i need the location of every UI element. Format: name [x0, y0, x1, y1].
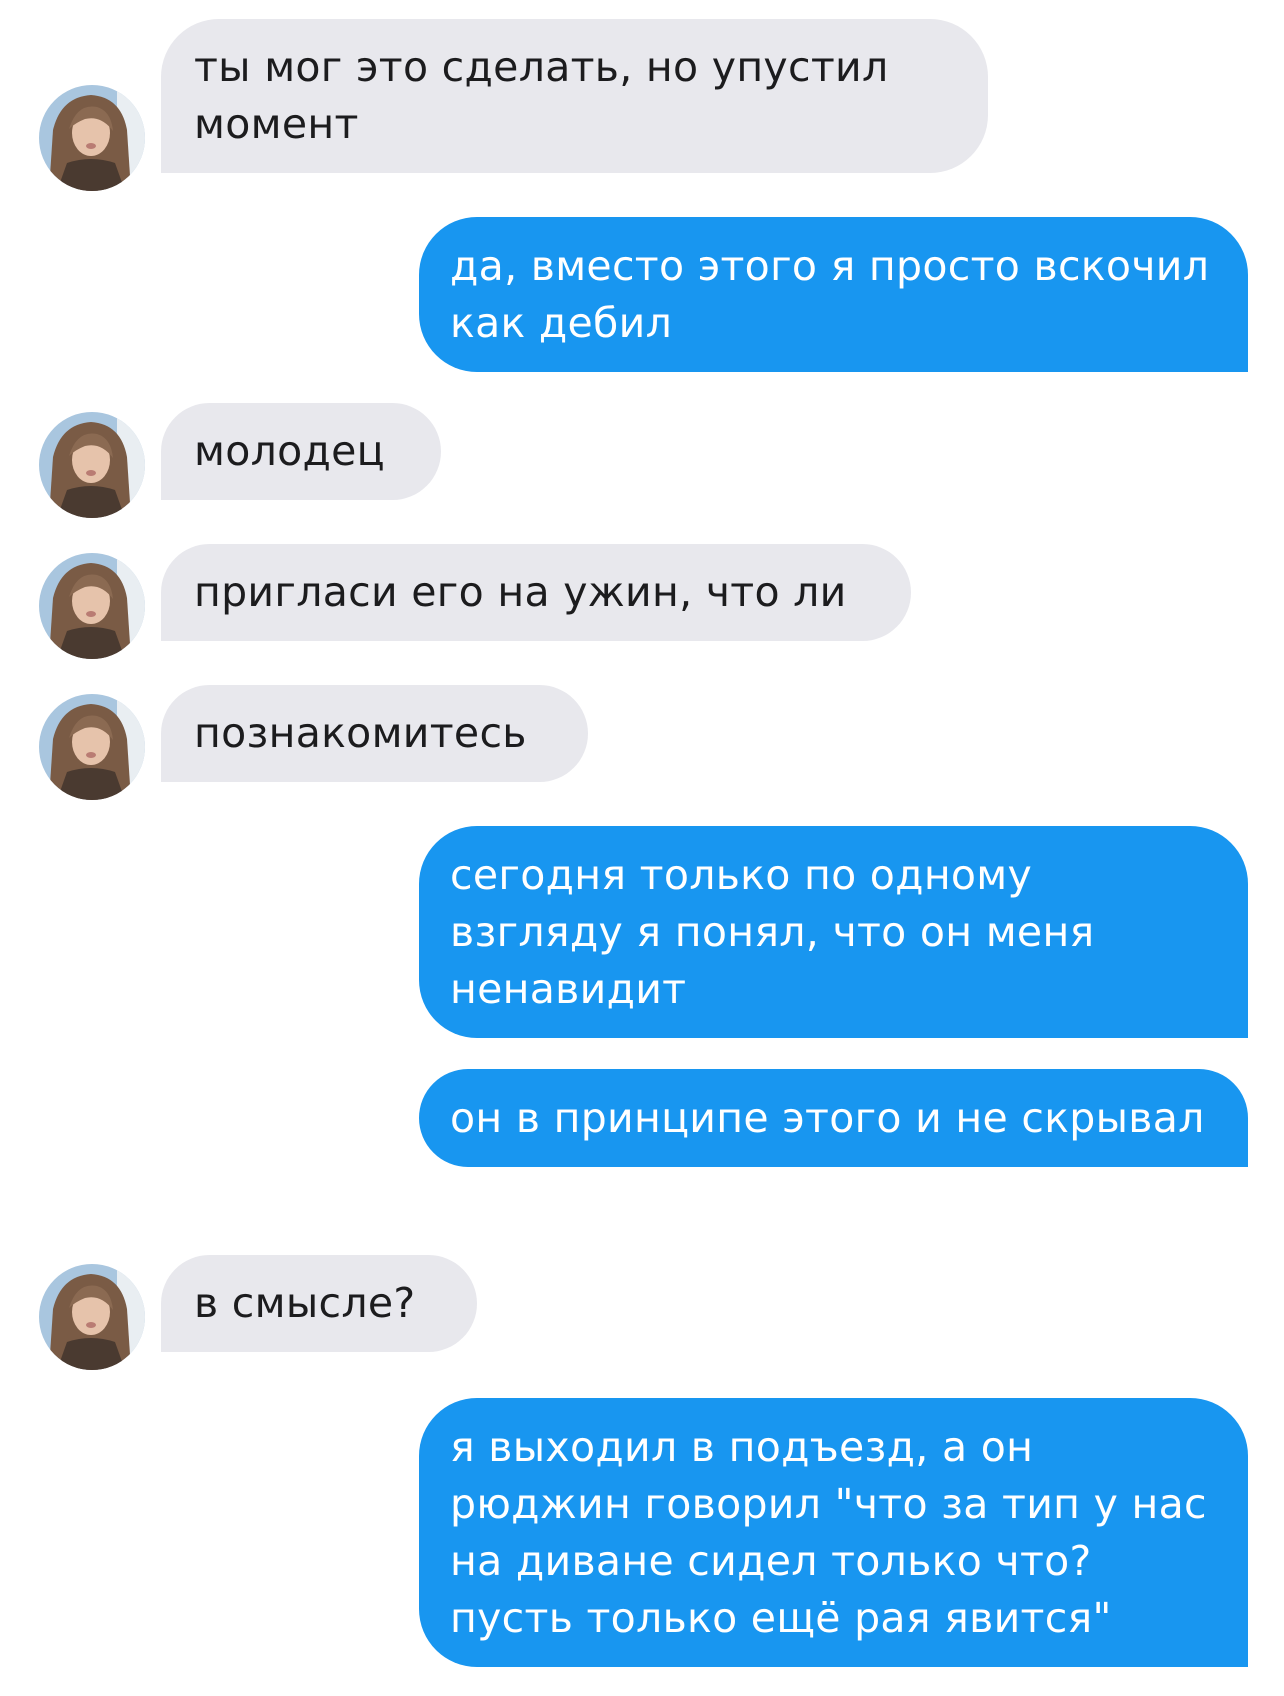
message-text: да, вместо этого я просто вскочил как де…	[450, 242, 1210, 347]
message-text: я выходил в подъезд, а он рюджин говорил…	[450, 1423, 1207, 1642]
contact-avatar[interactable]	[39, 85, 145, 191]
outgoing-message-bubble[interactable]: он в принципе этого и не скрывал	[419, 1069, 1248, 1167]
incoming-message-bubble[interactable]: в смысле?	[161, 1255, 477, 1352]
message-text: он в принципе этого и не скрывал	[450, 1094, 1205, 1142]
avatar-photo-icon	[39, 1264, 145, 1370]
avatar-photo-icon	[39, 553, 145, 659]
message-thread: ты мог это сделать, но упустил момент да…	[0, 0, 1284, 1696]
outgoing-message-bubble[interactable]: я выходил в подъезд, а он рюджин говорил…	[419, 1398, 1248, 1667]
outgoing-message-bubble[interactable]: сегодня только по одному взгляду я понял…	[419, 826, 1248, 1038]
incoming-message-bubble[interactable]: познакомитесь	[161, 685, 588, 782]
outgoing-message-bubble[interactable]: да, вместо этого я просто вскочил как де…	[419, 217, 1248, 372]
message-text: ты мог это сделать, но упустил момент	[194, 43, 889, 148]
contact-avatar[interactable]	[39, 1264, 145, 1370]
message-text: молодец	[194, 427, 385, 475]
incoming-message-bubble[interactable]: пригласи его на ужин, что ли	[161, 544, 911, 641]
avatar-photo-icon	[39, 694, 145, 800]
message-text: пригласи его на ужин, что ли	[194, 568, 847, 616]
message-text: познакомитесь	[194, 709, 527, 757]
contact-avatar[interactable]	[39, 412, 145, 518]
avatar-photo-icon	[39, 412, 145, 518]
avatar-photo-icon	[39, 85, 145, 191]
incoming-message-bubble[interactable]: ты мог это сделать, но упустил момент	[161, 19, 988, 173]
contact-avatar[interactable]	[39, 553, 145, 659]
contact-avatar[interactable]	[39, 694, 145, 800]
incoming-message-bubble[interactable]: молодец	[161, 403, 441, 500]
message-text: в смысле?	[194, 1279, 416, 1327]
message-text: сегодня только по одному взгляду я понял…	[450, 851, 1095, 1013]
